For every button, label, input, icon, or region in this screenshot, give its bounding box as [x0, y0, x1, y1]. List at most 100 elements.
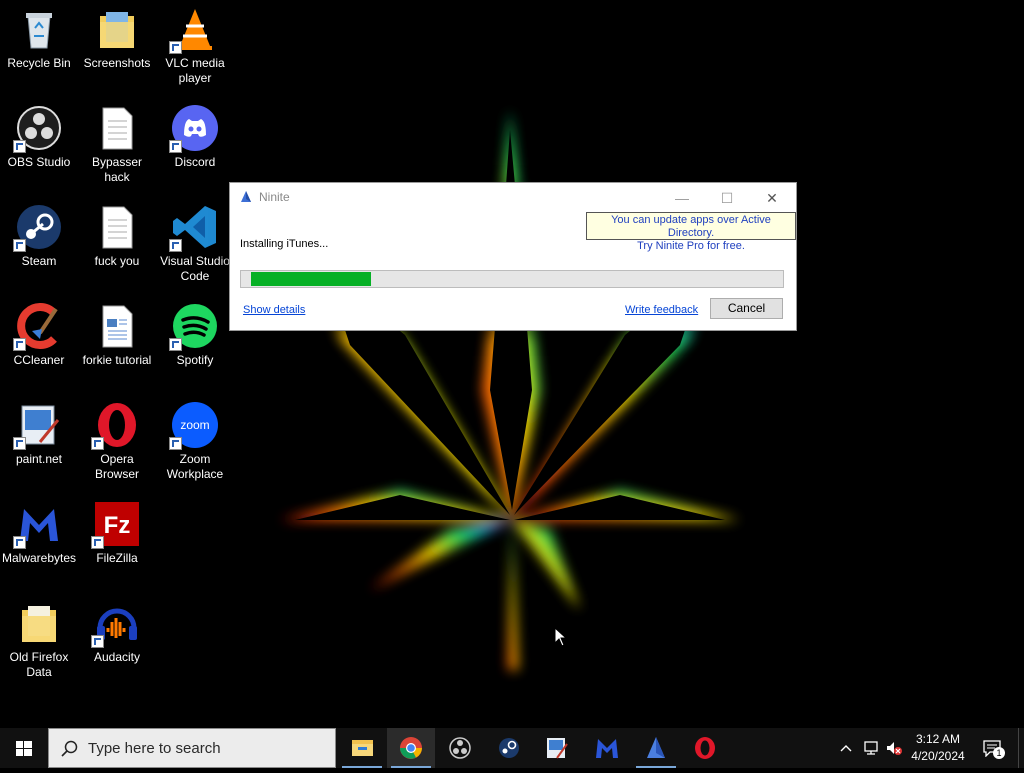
malwarebytes-icon — [13, 501, 62, 549]
shortcut-arrow-icon — [91, 536, 104, 549]
clock-time: 3:12 AM — [915, 732, 961, 746]
obs-icon — [13, 105, 62, 153]
desktop-icon-obs[interactable]: OBS Studio — [0, 99, 78, 170]
windows-logo-icon — [16, 741, 32, 756]
shortcut-arrow-icon — [13, 437, 26, 450]
obs-icon — [449, 737, 471, 759]
taskbar-app-opera[interactable] — [681, 728, 729, 768]
text-file-icon — [94, 105, 140, 151]
progress-fill — [251, 272, 371, 286]
mouse-cursor-icon — [554, 627, 568, 647]
file-explorer-icon — [352, 740, 373, 756]
paintnet-icon — [13, 402, 62, 450]
desktop-icon-bypasser-hack[interactable]: Bypasser hack — [78, 99, 156, 185]
desktop-icon-vlc[interactable]: VLC media player — [156, 0, 234, 86]
show-desktop-button[interactable] — [1018, 728, 1024, 768]
desktop-icon-forkie-tutorial[interactable]: forkie tutorial — [78, 297, 156, 368]
title-bar[interactable]: Ninite — ☐ ✕ — [230, 183, 796, 211]
taskbar-app-paintnet[interactable] — [533, 728, 581, 768]
shortcut-arrow-icon — [169, 140, 182, 153]
wallpaper-image — [280, 110, 740, 670]
folder-icon — [16, 600, 62, 646]
recycle-bin-icon — [16, 6, 62, 52]
taskbar-app-steam[interactable] — [485, 728, 533, 768]
desktop: Recycle Bin Screenshots VLC media player… — [0, 0, 1024, 728]
shortcut-arrow-icon — [13, 338, 26, 351]
malwarebytes-icon — [596, 739, 618, 758]
window-title: Ninite — [259, 190, 290, 204]
desktop-icon-filezilla[interactable]: Fz FileZilla — [78, 495, 156, 566]
desktop-icon-zoom[interactable]: zoom Zoom Workplace — [156, 396, 234, 482]
chrome-icon — [400, 737, 422, 759]
opera-icon — [695, 737, 715, 759]
steam-icon — [499, 738, 519, 758]
ad-line-2: Try Ninite Pro for free. — [637, 240, 745, 252]
shortcut-arrow-icon — [169, 239, 182, 252]
clock[interactable]: 3:12 AM 4/20/2024 — [900, 731, 976, 765]
filezilla-icon: Fz — [91, 501, 140, 549]
taskbar-app-obs[interactable] — [436, 728, 484, 768]
shortcut-arrow-icon — [91, 635, 104, 648]
install-status-text: Installing iTunes... — [240, 238, 329, 250]
install-progress-bar — [240, 270, 784, 288]
taskbar: Type here to search 3:12 AM 4/20/2024 1 — [0, 728, 1024, 768]
close-button[interactable]: ✕ — [750, 185, 794, 211]
desktop-icon-spotify[interactable]: Spotify — [156, 297, 234, 368]
text-file-icon — [94, 204, 140, 250]
desktop-icon-malwarebytes[interactable]: Malwarebytes — [0, 495, 78, 566]
search-placeholder: Type here to search — [88, 740, 221, 757]
chevron-up-icon[interactable] — [838, 740, 854, 756]
desktop-icon-old-firefox-data[interactable]: Old Firefox Data — [0, 594, 78, 680]
ccleaner-icon — [13, 303, 62, 351]
desktop-icon-paintnet[interactable]: paint.net — [0, 396, 78, 467]
ninite-pro-ad[interactable]: You can update apps over Active Director… — [586, 212, 796, 252]
desktop-icon-ccleaner[interactable]: CCleaner — [0, 297, 78, 368]
taskbar-app-ninite[interactable] — [632, 728, 680, 768]
clock-date: 4/20/2024 — [911, 749, 965, 763]
minimize-button[interactable]: — — [660, 185, 704, 211]
show-details-link[interactable]: Show details — [243, 304, 305, 316]
shortcut-arrow-icon — [91, 437, 104, 450]
shortcut-arrow-icon — [169, 338, 182, 351]
folder-icon — [94, 6, 140, 52]
search-icon — [61, 740, 78, 757]
shortcut-arrow-icon — [169, 437, 182, 450]
ad-line-1: You can update apps over Active Director… — [611, 214, 771, 239]
zoom-icon: zoom — [169, 402, 218, 450]
taskbar-search-box[interactable]: Type here to search — [48, 728, 336, 768]
desktop-icon-steam[interactable]: Steam — [0, 198, 78, 269]
desktop-icon-vscode[interactable]: Visual Studio Code — [156, 198, 234, 284]
desktop-icon-fuck-you[interactable]: fuck you — [78, 198, 156, 269]
shortcut-arrow-icon — [13, 239, 26, 252]
ninite-icon — [647, 737, 665, 758]
taskbar-app-file-explorer[interactable] — [338, 728, 386, 768]
taskbar-app-chrome[interactable] — [387, 728, 435, 768]
network-icon[interactable] — [862, 739, 880, 757]
opera-icon — [91, 402, 140, 450]
notification-badge: 1 — [993, 747, 1005, 759]
spotify-icon — [169, 303, 218, 351]
cancel-button[interactable]: Cancel — [710, 298, 783, 319]
desktop-icon-opera[interactable]: Opera Browser — [78, 396, 156, 482]
write-feedback-link[interactable]: Write feedback — [625, 304, 698, 316]
maximize-button[interactable]: ☐ — [705, 185, 749, 211]
desktop-icon-recycle-bin[interactable]: Recycle Bin — [0, 0, 78, 71]
document-icon — [94, 303, 140, 349]
ninite-icon — [241, 191, 251, 202]
vlc-icon — [169, 6, 218, 54]
desktop-icon-discord[interactable]: Discord — [156, 99, 234, 170]
desktop-icon-screenshots[interactable]: Screenshots — [78, 0, 156, 71]
ninite-dialog: Ninite — ☐ ✕ You can update apps over Ac… — [229, 182, 797, 331]
discord-icon — [169, 105, 218, 153]
steam-icon — [13, 204, 62, 252]
paintnet-icon — [547, 738, 568, 759]
shortcut-arrow-icon — [13, 140, 26, 153]
audacity-icon — [91, 600, 140, 648]
svg-text:zoom: zoom — [180, 418, 209, 432]
taskbar-app-malwarebytes[interactable] — [583, 728, 631, 768]
shortcut-arrow-icon — [169, 41, 182, 54]
svg-text:Fz: Fz — [104, 512, 131, 539]
shortcut-arrow-icon — [13, 536, 26, 549]
start-button[interactable] — [0, 728, 48, 768]
desktop-icon-audacity[interactable]: Audacity — [78, 594, 156, 665]
